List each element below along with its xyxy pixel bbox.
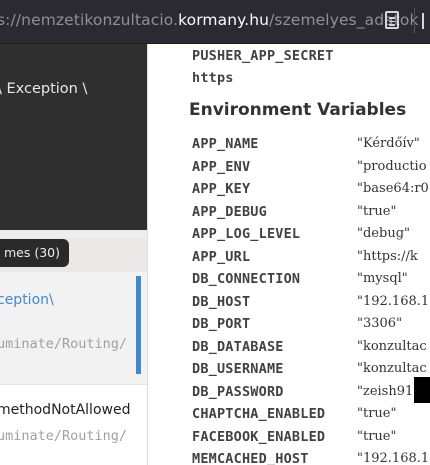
- env-key: MEMCACHED_HOST: [192, 451, 309, 465]
- env-value: "true": [357, 428, 397, 444]
- env-row: APP_LOG_LEVEL "debug": [192, 223, 410, 245]
- url-prefix: s://nemzetikonzultacio.: [0, 11, 179, 29]
- stack-frame[interactable]: methodNotAllowed uminate/Routing/: [0, 384, 147, 465]
- reader-view-icon[interactable]: [385, 11, 399, 29]
- frame-file: uminate/Routing/: [0, 336, 128, 352]
- env-value: "https://k: [357, 248, 418, 264]
- frames-count-badge[interactable]: mes (30): [0, 239, 70, 267]
- env-value: "base64:r0: [357, 181, 429, 196]
- env-value: "192.168.1: [357, 293, 430, 309]
- env-row: APP_DEBUG "true": [192, 201, 396, 223]
- details-panel: PUSHER_APP_SECRET https Environment Vari…: [147, 44, 430, 465]
- stack-frame-active[interactable]: ception\ uminate/Routing/: [0, 272, 147, 384]
- panel-divider: [0, 230, 147, 238]
- env-value: "zeish91: [357, 383, 414, 399]
- env-row: APP_NAME "Kérdőív": [192, 133, 420, 155]
- env-value: "konzultac: [357, 338, 427, 354]
- env-row: DB_HOST "192.168.1: [192, 291, 429, 313]
- env-value: "true": [357, 203, 397, 219]
- env-row: MEMCACHED_HOST "192.168.1: [192, 448, 429, 465]
- env-key: CHAPTCHA_ENABLED: [192, 406, 326, 422]
- exception-header-panel: \ Exception \: [0, 44, 147, 230]
- env-row: DB_PASSWORD "zeish91: [192, 381, 413, 403]
- env-key: DB_HOST: [192, 293, 251, 310]
- env-key: APP_NAME: [192, 136, 259, 152]
- redaction-block: [414, 377, 430, 403]
- url-field[interactable]: s://nemzetikonzultacio.kormany.hu/szemel…: [0, 11, 419, 29]
- env-value: "debug": [357, 226, 410, 241]
- env-key: FACEBOOK_ENABLED: [192, 428, 326, 445]
- env-key: DB_DATABASE: [192, 338, 284, 355]
- section-title-env: Environment Variables: [189, 100, 407, 120]
- env-value: "3306": [357, 316, 403, 331]
- env-row: DB_CONNECTION "mysql": [192, 268, 408, 290]
- env-key: DB_PASSWORD: [192, 383, 284, 400]
- env-key: APP_ENV: [192, 158, 251, 175]
- browser-url-bar[interactable]: s://nemzetikonzultacio.kormany.hu/szemel…: [0, 0, 430, 44]
- env-value: "mysql": [357, 271, 408, 286]
- frames-header: mes (30): [0, 238, 147, 272]
- env-key: DB_CONNECTION: [192, 271, 301, 287]
- row-key: https: [192, 70, 234, 86]
- env-key: APP_DEBUG: [192, 203, 267, 220]
- frame-file: uminate/Routing/: [0, 428, 128, 444]
- env-row: APP_URL "https://k: [192, 246, 418, 268]
- frame-class: ception\: [0, 292, 54, 308]
- env-value: "productio: [357, 158, 427, 174]
- env-row: APP_ENV "productio: [192, 156, 427, 178]
- env-key: APP_LOG_LEVEL: [192, 226, 301, 242]
- toolbar-button-icon[interactable]: [422, 13, 430, 29]
- env-value: "192.168.1: [357, 451, 430, 465]
- data-row: https: [192, 67, 234, 89]
- env-key: APP_URL: [192, 248, 251, 265]
- toolbar-divider: [414, 8, 415, 34]
- env-key: DB_PORT: [192, 316, 251, 332]
- env-row: FACEBOOK_ENABLED "true": [192, 426, 396, 448]
- data-row: PUSHER_APP_SECRET: [192, 45, 334, 67]
- env-key: DB_USERNAME: [192, 361, 284, 377]
- env-row: APP_KEY "base64:r0: [192, 178, 429, 200]
- env-value: "Kérdőív": [357, 136, 420, 151]
- env-row: DB_PORT "3306": [192, 313, 402, 335]
- active-frame-indicator: [136, 276, 141, 374]
- row-key: PUSHER_APP_SECRET: [192, 48, 334, 64]
- frame-class: methodNotAllowed: [0, 402, 131, 418]
- env-row: CHAPTCHA_ENABLED "true": [192, 403, 396, 425]
- env-key: APP_KEY: [192, 181, 251, 197]
- url-domain: kormany.hu: [178, 11, 270, 29]
- env-row: DB_USERNAME "konzultac: [192, 358, 427, 380]
- exception-title: \ Exception \: [0, 81, 88, 97]
- env-value: "true": [357, 406, 397, 421]
- env-row: DB_DATABASE "konzultac: [192, 336, 427, 358]
